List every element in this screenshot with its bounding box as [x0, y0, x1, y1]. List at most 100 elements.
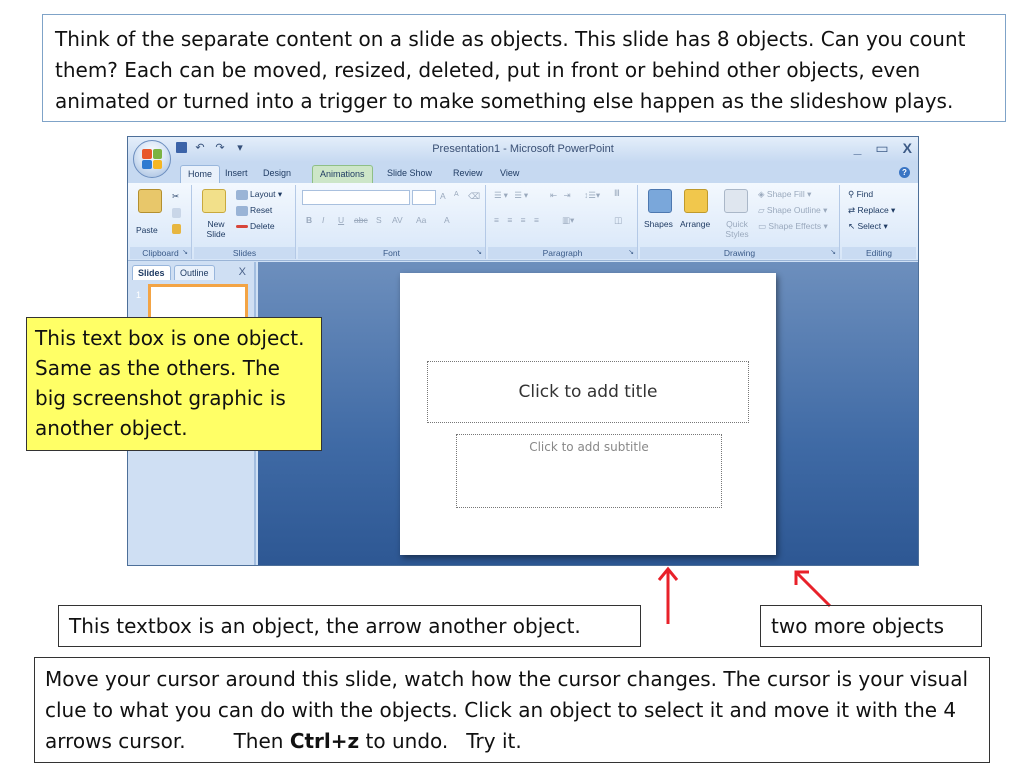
group-clipboard: Paste ✂ Clipboard ↘ [130, 185, 192, 259]
change-case-button[interactable]: Aa [416, 215, 426, 225]
tab-outline[interactable]: Outline [174, 265, 215, 280]
arrange-icon[interactable] [684, 189, 708, 213]
italic-button[interactable]: I [322, 215, 324, 225]
redo-icon[interactable]: ↷ [213, 141, 227, 154]
binoculars-icon: ⚲ [848, 189, 857, 199]
subtitle-placeholder[interactable]: Click to add subtitle [456, 434, 722, 508]
close-button[interactable]: X [903, 140, 912, 157]
slide-thumbnail-number: 1 [136, 290, 142, 300]
customize-qat-icon[interactable]: ▾ [233, 141, 247, 154]
font-color-button[interactable]: A [444, 215, 450, 225]
dialog-launcher-icon[interactable]: ↘ [830, 247, 836, 259]
strikethrough-button[interactable]: abc [354, 215, 368, 225]
quick-access-toolbar: ↶ ↷ ▾ [176, 141, 247, 154]
align-icons[interactable]: ≡ ≡ ≡ ≡ [494, 215, 542, 225]
cut-icon[interactable]: ✂ [172, 191, 179, 202]
close-icon[interactable]: X [239, 266, 246, 278]
quick-styles-icon[interactable] [724, 189, 748, 213]
maximize-button[interactable]: ▭ [875, 140, 888, 157]
instructions-then: Then [233, 729, 290, 753]
arrow-explanation-text: This textbox is an object, the arrow ano… [69, 614, 581, 638]
smartart-icon[interactable]: ◫ [614, 215, 622, 226]
tab-slide-show[interactable]: Slide Show [380, 165, 439, 183]
columns-icon[interactable]: ▥▾ [562, 215, 574, 226]
tab-animations[interactable]: Animations [312, 165, 373, 183]
layout-icon [236, 189, 248, 200]
find-button[interactable]: ⚲ Find [848, 189, 873, 200]
replace-button[interactable]: ⇄ Replace ▾ [848, 205, 895, 216]
shape-fill-icon: ◈ [758, 189, 767, 199]
group-editing: ⚲ Find ⇄ Replace ▾ ↖ Select ▾ Editing [842, 185, 916, 259]
intro-textbox[interactable]: Think of the separate content on a slide… [42, 14, 1006, 122]
layout-button[interactable]: Layout ▾ [236, 189, 282, 200]
character-spacing-button[interactable]: AV [392, 215, 403, 225]
up-arrow-object[interactable] [656, 566, 680, 626]
save-icon[interactable] [176, 142, 187, 153]
line-spacing-icon[interactable]: ↕☰▾ [584, 190, 600, 201]
shrink-font-button[interactable]: A [454, 191, 459, 198]
format-painter-icon[interactable] [172, 223, 183, 234]
arrow-explanation-textbox[interactable]: This textbox is an object, the arrow ano… [58, 605, 641, 647]
font-size-combo[interactable] [412, 190, 436, 205]
ribbon: Paste ✂ Clipboard ↘ New Slide Layout ▾ Re… [128, 183, 918, 261]
clear-formatting-icon[interactable]: ⌫ [468, 191, 480, 202]
quick-styles-button[interactable]: Quick Styles [720, 219, 754, 239]
shape-outline-button[interactable]: ▱ Shape Outline ▾ [758, 205, 827, 216]
dialog-launcher-icon[interactable]: ↘ [628, 247, 634, 259]
paste-button[interactable]: Paste [136, 225, 158, 235]
text-direction-icon[interactable]: Ⅲ [614, 188, 620, 199]
bullets-icon[interactable]: ☰▾ ☰▾ [494, 190, 530, 201]
tab-review[interactable]: Review [446, 165, 490, 183]
two-more-objects-textbox[interactable]: two more objects [760, 605, 982, 647]
intro-text: Think of the separate content on a slide… [55, 27, 966, 113]
group-label-font: Font ↘ [298, 247, 485, 259]
new-slide-icon[interactable] [202, 189, 226, 213]
tab-home[interactable]: Home [180, 165, 221, 183]
two-more-objects-text: two more objects [771, 614, 945, 638]
tab-slides[interactable]: Slides [132, 265, 171, 280]
tab-view[interactable]: View [493, 165, 526, 183]
instructions-undo: to undo. [359, 729, 449, 753]
shapes-icon[interactable] [648, 189, 672, 213]
bold-button[interactable]: B [306, 215, 312, 225]
indent-icon[interactable]: ⇤ ⇥ [550, 190, 573, 201]
shape-fill-button[interactable]: ◈ Shape Fill ▾ [758, 189, 811, 200]
keyboard-shortcut: Ctrl+z [289, 729, 360, 753]
office-button[interactable] [133, 140, 171, 178]
title-bar: Presentation1 - Microsoft PowerPoint ↶ ↷… [128, 137, 918, 162]
slide-canvas[interactable]: Click to add title Click to add subtitle [400, 273, 776, 555]
arrange-button[interactable]: Arrange [680, 219, 710, 229]
shapes-button[interactable]: Shapes [644, 219, 673, 229]
tab-insert[interactable]: Insert [218, 165, 255, 183]
slide-editing-area[interactable]: Click to add title Click to add subtitle [258, 262, 918, 565]
dialog-launcher-icon[interactable]: ↘ [182, 247, 188, 259]
select-button[interactable]: ↖ Select ▾ [848, 221, 888, 232]
shape-effects-button[interactable]: ▭ Shape Effects ▾ [758, 221, 828, 232]
delete-button[interactable]: Delete [236, 221, 275, 231]
grow-font-button[interactable]: A [440, 191, 446, 201]
new-slide-button[interactable]: New Slide [200, 219, 232, 239]
help-icon[interactable]: ? [899, 167, 910, 178]
title-placeholder[interactable]: Click to add title [427, 361, 749, 423]
font-name-combo[interactable] [302, 190, 410, 205]
group-slides: New Slide Layout ▾ Reset Delete Slides [194, 185, 296, 259]
ribbon-tabs: Home Insert Design Animations Slide Show… [128, 162, 918, 183]
group-font: A A ⌫ B I U abc S AV Aa A Font ↘ [298, 185, 486, 259]
shadow-button[interactable]: S [376, 215, 382, 225]
paste-icon[interactable] [138, 189, 162, 213]
pane-tabs: Slides Outline X [130, 265, 254, 281]
reset-button[interactable]: Reset [236, 205, 272, 216]
group-drawing: Shapes Arrange Quick Styles ◈ Shape Fill… [640, 185, 840, 259]
delete-icon [236, 225, 248, 229]
yellow-textbox[interactable]: This text box is one object. Same as the… [26, 317, 322, 451]
underline-button[interactable]: U [338, 215, 344, 225]
dialog-launcher-icon[interactable]: ↘ [476, 247, 482, 259]
group-paragraph: ☰▾ ☰▾ ⇤ ⇥ ↕☰▾ Ⅲ ≡ ≡ ≡ ≡ ▥▾ ◫ Paragraph ↘ [488, 185, 638, 259]
copy-icon[interactable] [172, 207, 183, 218]
undo-icon[interactable]: ↶ [193, 141, 207, 154]
minimize-button[interactable]: _ [854, 140, 862, 157]
instructions-try: Try it. [466, 729, 522, 753]
tab-design[interactable]: Design [256, 165, 298, 183]
group-label-paragraph: Paragraph ↘ [488, 247, 637, 259]
instructions-textbox[interactable]: Move your cursor around this slide, watc… [34, 657, 990, 763]
